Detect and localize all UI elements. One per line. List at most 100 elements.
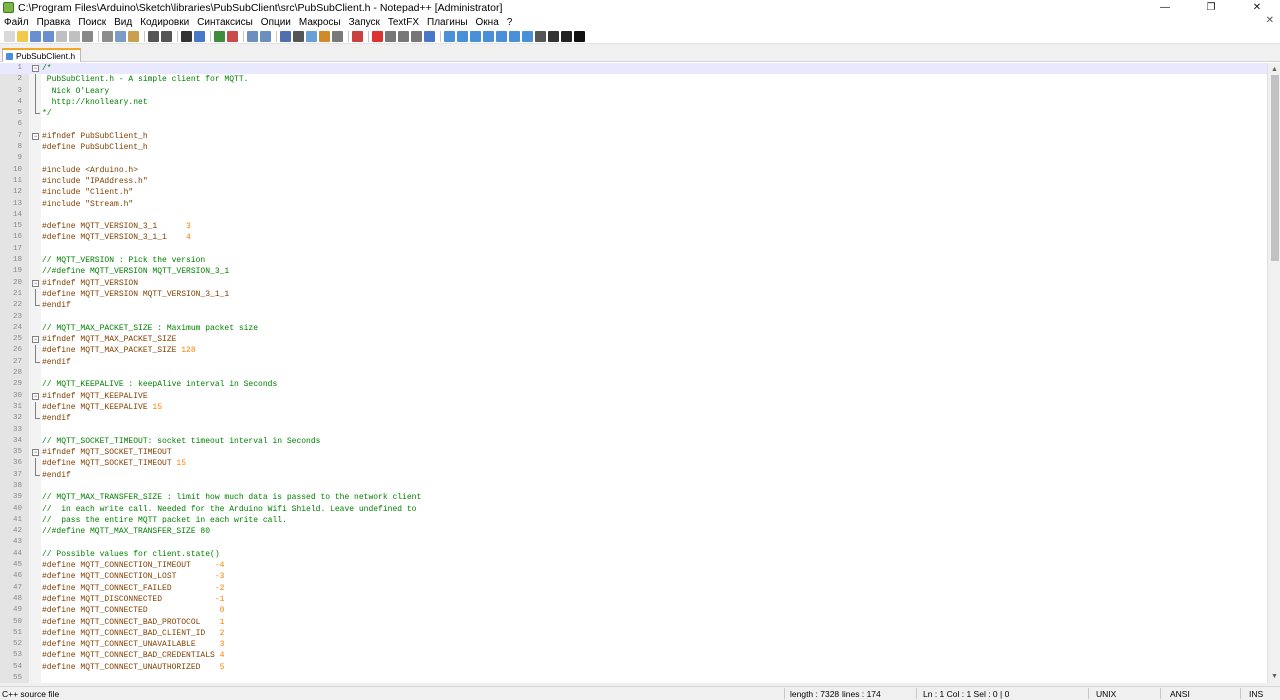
code-line[interactable]: 28 <box>0 368 1267 379</box>
menu-item[interactable]: Плагины <box>427 17 468 28</box>
code-line[interactable]: 14 <box>0 210 1267 221</box>
find-icon[interactable] <box>181 30 192 42</box>
plugin-g-icon[interactable] <box>522 30 533 42</box>
sync-v-icon[interactable] <box>247 30 258 42</box>
code-line[interactable]: 5 */ <box>0 108 1267 119</box>
plugin-k-icon[interactable] <box>574 30 585 42</box>
play-multiple-icon[interactable] <box>411 30 422 42</box>
status-insert-mode[interactable]: INS <box>1249 689 1263 699</box>
sync-h-icon[interactable] <box>260 30 271 42</box>
code-line[interactable]: 43 <box>0 537 1267 548</box>
copy-icon[interactable] <box>115 30 126 42</box>
code-line[interactable]: 9 <box>0 153 1267 164</box>
code-line[interactable]: 30 − #ifndef MQTT_KEEPALIVE <box>0 391 1267 402</box>
code-line[interactable]: 51 #define MQTT_CONNECT_BAD_CLIENT_ID 2 <box>0 628 1267 639</box>
save-macro-icon[interactable] <box>424 30 435 42</box>
code-line[interactable]: 52 #define MQTT_CONNECT_UNAVAILABLE 3 <box>0 639 1267 650</box>
plugin-i-icon[interactable] <box>548 30 559 42</box>
function-list-icon[interactable] <box>332 30 343 42</box>
code-line[interactable]: 48 #define MQTT_DISCONNECTED -1 <box>0 594 1267 605</box>
fold-toggle-icon[interactable]: − <box>32 65 39 72</box>
menu-item[interactable]: Запуск <box>349 17 380 28</box>
code-line[interactable]: 32 #endif <box>0 413 1267 424</box>
code-line[interactable]: 45 #define MQTT_CONNECTION_TIMEOUT -4 <box>0 560 1267 571</box>
scroll-up-arrow-icon[interactable]: ▲ <box>1271 66 1278 73</box>
menu-item[interactable]: Кодировки <box>140 17 189 28</box>
code-line[interactable]: 13 #include "Stream.h" <box>0 199 1267 210</box>
save-icon[interactable] <box>30 30 41 42</box>
menu-item[interactable]: Вид <box>114 17 132 28</box>
code-line[interactable]: 27 #endif <box>0 356 1267 368</box>
code-line[interactable]: 31 #define MQTT_KEEPALIVE 15 <box>0 401 1267 414</box>
code-line[interactable]: 44 // Possible values for client.state() <box>0 549 1267 560</box>
code-line[interactable]: 11 #include "IPAddress.h" <box>0 176 1267 187</box>
plugin-e-icon[interactable] <box>496 30 507 42</box>
code-line[interactable]: 21 #define MQTT_VERSION MQTT_VERSION_3_1_… <box>0 288 1267 301</box>
code-line[interactable]: 10 #include <Arduino.h> <box>0 165 1267 176</box>
replace-icon[interactable] <box>194 30 205 42</box>
indent-guide-icon[interactable] <box>306 30 317 42</box>
fold-toggle-icon[interactable]: − <box>32 392 39 400</box>
code-line[interactable]: 47 #define MQTT_CONNECT_FAILED -2 <box>0 583 1267 594</box>
code-line[interactable]: 16 #define MQTT_VERSION_3_1_1 4 <box>0 232 1267 243</box>
scrollbar-thumb[interactable] <box>1271 75 1279 261</box>
code-line[interactable]: 26 #define MQTT_MAX_PACKET_SIZE 128 <box>0 345 1267 357</box>
code-line[interactable]: 24 // MQTT_MAX_PACKET_SIZE : Maximum pack… <box>0 323 1267 334</box>
close-all-icon[interactable] <box>69 30 80 42</box>
fold-toggle-icon[interactable]: − <box>32 336 39 344</box>
close-document-icon[interactable]: ✕ <box>1266 15 1274 26</box>
fold-toggle-icon[interactable]: − <box>32 132 39 140</box>
code-line[interactable]: 8 #define PubSubClient_h <box>0 142 1267 153</box>
code-line[interactable]: 6 <box>0 119 1267 130</box>
menu-item[interactable]: Синтаксисы <box>197 17 253 28</box>
plugin-h-icon[interactable] <box>535 30 546 42</box>
folder-workspace-icon[interactable] <box>352 30 363 42</box>
status-encoding[interactable]: ANSI <box>1170 689 1190 699</box>
code-line[interactable]: 29 // MQTT_KEEPALIVE : keepAlive interval… <box>0 379 1267 390</box>
code-line[interactable]: 20 − #ifndef MQTT_VERSION <box>0 278 1267 289</box>
redo-icon[interactable] <box>161 30 172 42</box>
fold-toggle-icon[interactable]: − <box>32 279 39 287</box>
stop-macro-icon[interactable] <box>385 30 396 42</box>
code-line[interactable]: 15 #define MQTT_VERSION_3_1 3 <box>0 221 1267 232</box>
code-line[interactable]: 35 − #ifndef MQTT_SOCKET_TIMEOUT <box>0 447 1267 458</box>
close-icon[interactable] <box>56 30 67 42</box>
status-eol[interactable]: UNIX <box>1096 689 1116 699</box>
menu-item[interactable]: Окна <box>476 17 499 28</box>
tab-pubsubclient-h[interactable]: PubSubClient.h <box>2 48 82 62</box>
plugin-j-icon[interactable] <box>561 30 572 42</box>
code-line[interactable]: 7 − #ifndef PubSubClient_h <box>0 131 1267 142</box>
undo-icon[interactable] <box>148 30 159 42</box>
code-line[interactable]: 12 #include "Client.h" <box>0 187 1267 198</box>
code-line[interactable]: 50 #define MQTT_CONNECT_BAD_PROTOCOL 1 <box>0 617 1267 628</box>
plugin-c-icon[interactable] <box>470 30 481 42</box>
code-line[interactable]: 19 //#define MQTT_VERSION MQTT_VERSION_3_… <box>0 266 1267 277</box>
code-line[interactable]: 18 // MQTT_VERSION : Pick the version <box>0 255 1267 266</box>
print-icon[interactable] <box>82 30 93 42</box>
vertical-scrollbar[interactable]: ▲ ▼ <box>1267 63 1280 683</box>
zoom-in-icon[interactable] <box>214 30 225 42</box>
code-line[interactable]: 39 // MQTT_MAX_TRANSFER_SIZE : limit how … <box>0 492 1267 503</box>
doc-map-icon[interactable] <box>319 30 330 42</box>
minimize-button[interactable]: — <box>1142 0 1188 15</box>
word-wrap-icon[interactable] <box>280 30 291 42</box>
fold-toggle-icon[interactable]: − <box>32 449 39 457</box>
plugin-a-icon[interactable] <box>444 30 455 42</box>
code-line[interactable]: 37 #endif <box>0 469 1267 481</box>
code-line[interactable]: 42 //#define MQTT_MAX_TRANSFER_SIZE 80 <box>0 526 1267 537</box>
code-line[interactable]: 38 <box>0 481 1267 492</box>
menu-item[interactable]: Поиск <box>78 17 106 28</box>
code-line[interactable]: 54 #define MQTT_CONNECT_UNAUTHORIZED 5 <box>0 662 1267 673</box>
new-file-icon[interactable] <box>4 30 15 42</box>
show-all-chars-icon[interactable] <box>293 30 304 42</box>
maximize-button[interactable]: ❐ <box>1188 0 1234 15</box>
code-line[interactable]: 53 #define MQTT_CONNECT_BAD_CREDENTIALS 4 <box>0 650 1267 661</box>
close-window-button[interactable]: ✕ <box>1234 0 1280 15</box>
open-file-icon[interactable] <box>17 30 28 42</box>
plugin-b-icon[interactable] <box>457 30 468 42</box>
code-line[interactable]: 1 −/* <box>0 63 1267 75</box>
zoom-out-icon[interactable] <box>227 30 238 42</box>
menu-item[interactable]: ? <box>507 17 513 28</box>
code-line[interactable]: 55 <box>0 673 1267 683</box>
menu-item[interactable]: Макросы <box>299 17 341 28</box>
